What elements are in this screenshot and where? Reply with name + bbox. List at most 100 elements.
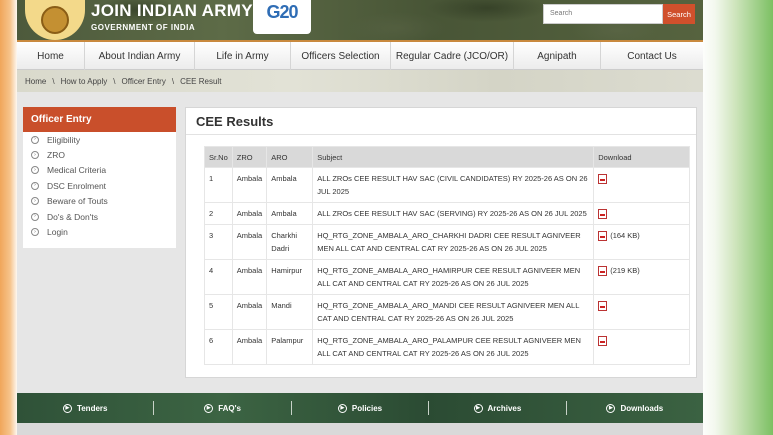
- sidebar-item-dos-donts[interactable]: › Do's & Don'ts: [23, 209, 176, 224]
- pdf-download-icon[interactable]: [598, 209, 608, 220]
- site-subtitle: GOVERNMENT OF INDIA: [91, 23, 196, 32]
- table-header-row: Sr.No ZRO ARO Subject Download: [204, 146, 690, 168]
- breadcrumb-how-to-apply[interactable]: How to Apply: [61, 77, 108, 86]
- chevron-right-icon: ›: [31, 212, 39, 221]
- nav-contact-us[interactable]: Contact Us: [601, 42, 703, 70]
- table-row: 6 Ambala Palampur HQ_RTG_ZONE_AMBALA_ARO…: [204, 329, 690, 365]
- sidebar-item-label: DSC Enrolment: [47, 180, 107, 191]
- cell-download: [593, 202, 690, 225]
- nav-about-indian-army[interactable]: About Indian Army: [85, 42, 195, 70]
- search-button[interactable]: Search: [663, 4, 695, 24]
- footer-label: Policies: [351, 403, 383, 413]
- file-size: (164 KB): [610, 231, 640, 240]
- cell-zro: Ambala: [231, 329, 268, 365]
- site-title: JOIN INDIAN ARMY: [91, 1, 253, 20]
- cell-aro: Ambala: [266, 202, 314, 225]
- chevron-right-icon: ›: [31, 135, 39, 144]
- cell-subject: HQ_RTG_ZONE_AMBALA_ARO_CHARKHI DADRI CEE…: [312, 224, 595, 260]
- footer-label: Tenders: [76, 403, 108, 413]
- cell-download: [593, 294, 690, 330]
- breadcrumb-separator: \: [52, 76, 55, 86]
- cell-sr: 3: [204, 224, 233, 260]
- site-title-block: JOIN INDIAN ARMY GOVERNMENT OF INDIA: [91, 1, 253, 32]
- cell-zro: Ambala: [231, 294, 268, 330]
- page-title: CEE Results: [196, 114, 274, 129]
- col-zro: ZRO: [231, 146, 268, 168]
- sidebar-item-label: Login: [47, 227, 68, 238]
- cell-download: [593, 167, 690, 203]
- table-row: 5 Ambala Mandi HQ_RTG_ZONE_AMBALA_ARO_MA…: [204, 294, 690, 330]
- pdf-download-icon[interactable]: [598, 231, 608, 242]
- pdf-download-icon[interactable]: [598, 266, 608, 277]
- results-panel: CEE Results Sr.No ZRO ARO Subject Downlo…: [185, 107, 697, 378]
- nav-agnipath[interactable]: Agnipath: [514, 42, 601, 70]
- footer-links: ▶ Tenders ▶ FAQ's ▶ Policies ▶ Archives ▶ Dow…: [17, 393, 703, 423]
- table-row: 2 Ambala Ambala ALL ZROs CEE RESULT HAV …: [204, 202, 690, 225]
- nav-regular-cadre[interactable]: Regular Cadre (JCO/OR): [391, 42, 514, 70]
- cell-download: [593, 329, 690, 365]
- arrow-right-icon: ▶: [62, 403, 72, 413]
- pdf-download-icon[interactable]: [598, 174, 608, 185]
- pdf-download-icon[interactable]: [598, 301, 608, 312]
- sidebar-item-dsc-enrolment[interactable]: › DSC Enrolment: [23, 178, 176, 193]
- sidebar-item-beware-of-touts[interactable]: › Beware of Touts: [23, 194, 176, 209]
- pdf-download-icon[interactable]: [598, 336, 608, 347]
- g20-logo-text: G20: [266, 2, 298, 22]
- site-header: JOIN INDIAN ARMY GOVERNMENT OF INDIA G20…: [17, 0, 703, 40]
- sidebar-item-eligibility[interactable]: › Eligibility: [23, 132, 176, 147]
- chevron-right-icon: ›: [31, 166, 39, 175]
- cell-aro: Charkhi Dadri: [266, 224, 314, 260]
- chevron-right-icon: ›: [31, 151, 39, 160]
- breadcrumb-officer-entry[interactable]: Officer Entry: [122, 77, 166, 86]
- title-divider: [186, 134, 696, 135]
- chevron-right-icon: ›: [31, 181, 39, 190]
- footer-policies[interactable]: ▶ Policies: [292, 401, 430, 415]
- emblem-icon: [41, 6, 69, 34]
- cell-zro: Ambala: [231, 167, 268, 203]
- cell-zro: Ambala: [231, 259, 268, 295]
- table-row: 4 Ambala Hamirpur HQ_RTG_ZONE_AMBALA_ARO…: [204, 259, 690, 295]
- cell-subject: HQ_RTG_ZONE_AMBALA_ARO_PALAMPUR CEE RESU…: [312, 329, 595, 365]
- nav-home[interactable]: Home: [17, 42, 85, 70]
- search-input[interactable]: Search: [543, 4, 663, 24]
- footer-downloads[interactable]: ▶ Downloads: [567, 401, 703, 415]
- cell-download: (164 KB): [593, 224, 690, 260]
- sidebar-item-login[interactable]: › Login: [23, 224, 176, 239]
- file-size: (219 KB): [610, 266, 640, 275]
- cell-aro: Hamirpur: [266, 259, 314, 295]
- sidebar-item-zro[interactable]: › ZRO: [23, 147, 176, 162]
- page-frame: JOIN INDIAN ARMY GOVERNMENT OF INDIA G20…: [17, 0, 703, 435]
- nav-life-in-army[interactable]: Life in Army: [195, 42, 291, 70]
- footer-faqs[interactable]: ▶ FAQ's: [154, 401, 292, 415]
- sidebar-item-label: Beware of Touts: [47, 196, 108, 207]
- arrow-right-icon: ▶: [473, 403, 483, 413]
- sidebar-item-medical-criteria[interactable]: › Medical Criteria: [23, 163, 176, 178]
- arrow-right-icon: ▶: [204, 403, 214, 413]
- sidebar-item-label: ZRO: [47, 150, 65, 161]
- sidebar-item-label: Eligibility: [47, 134, 81, 145]
- cell-sr: 5: [204, 294, 233, 330]
- breadcrumb: Home \ How to Apply \ Officer Entry \ CE…: [17, 70, 703, 92]
- cell-zro: Ambala: [231, 202, 268, 225]
- col-sr-no: Sr.No: [204, 146, 233, 168]
- footer-tenders[interactable]: ▶ Tenders: [17, 401, 155, 415]
- footer-archives[interactable]: ▶ Archives: [429, 401, 567, 415]
- main-nav: Home About Indian Army Life in Army Offi…: [17, 40, 703, 70]
- col-subject: Subject: [312, 146, 595, 168]
- footer-label: Downloads: [620, 403, 664, 413]
- nav-officers-selection[interactable]: Officers Selection: [291, 42, 391, 70]
- chevron-right-icon: ›: [31, 197, 39, 206]
- cell-sr: 4: [204, 259, 233, 295]
- table-row: 1 Ambala Ambala ALL ZROs CEE RESULT HAV …: [204, 167, 690, 203]
- results-table: Sr.No ZRO ARO Subject Download 1 Ambala …: [204, 146, 690, 365]
- army-emblem-logo[interactable]: [25, 0, 85, 40]
- cell-aro: Palampur: [266, 329, 314, 365]
- breadcrumb-home[interactable]: Home: [25, 77, 46, 86]
- g20-logo: G20: [253, 0, 311, 34]
- cell-aro: Ambala: [266, 167, 314, 203]
- footer-label: Archives: [487, 403, 522, 413]
- arrow-right-icon: ▶: [337, 403, 347, 413]
- cell-subject: ALL ZROs CEE RESULT HAV SAC (CIVIL CANDI…: [312, 167, 595, 203]
- cell-subject: HQ_RTG_ZONE_AMBALA_ARO_HAMIRPUR CEE RESU…: [312, 259, 595, 295]
- bottom-strip: [17, 423, 703, 435]
